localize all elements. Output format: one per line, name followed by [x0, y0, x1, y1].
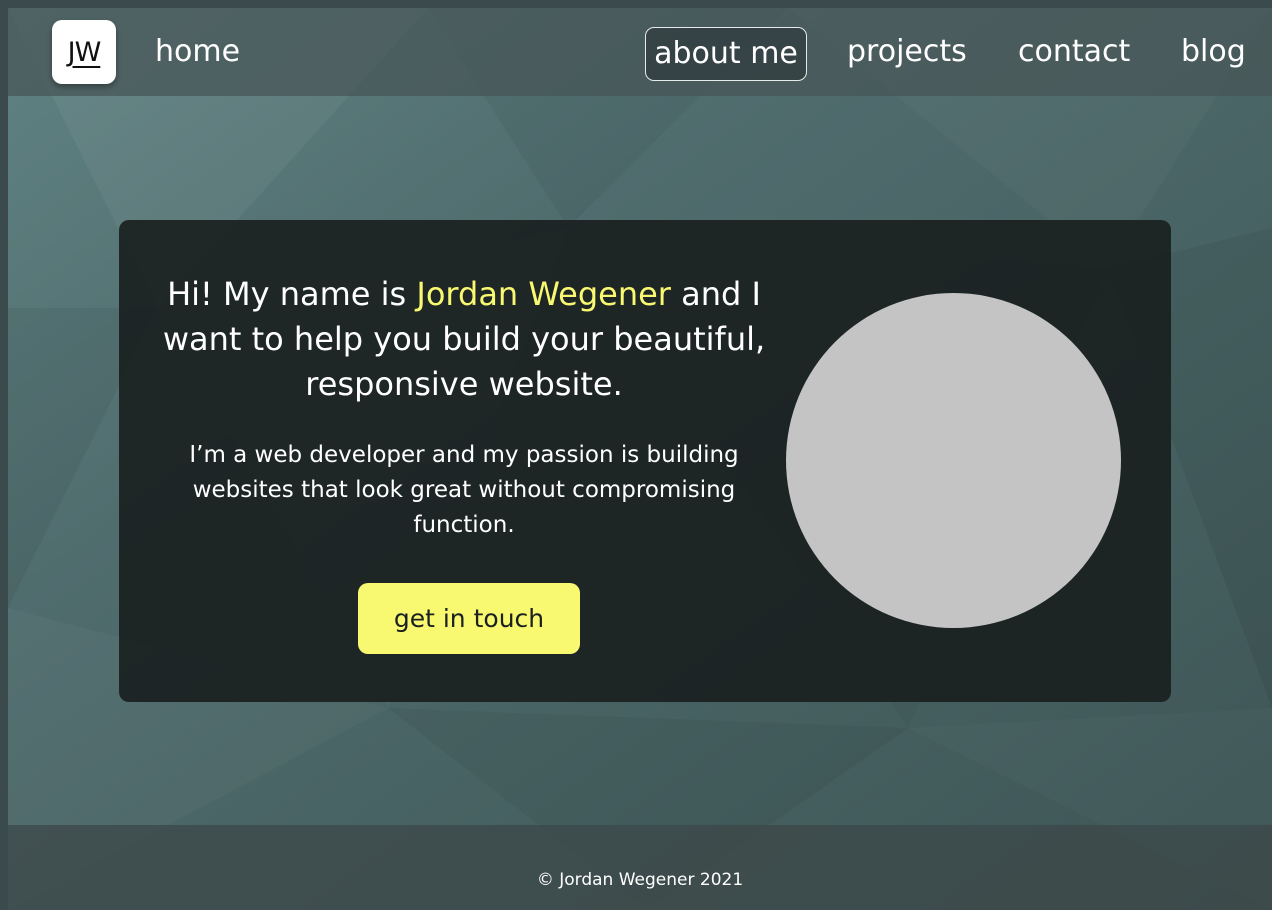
profile-photo-placeholder: [786, 293, 1121, 628]
nav-home-link[interactable]: home: [155, 32, 240, 72]
logo-text: JW: [67, 36, 102, 68]
get-in-touch-button[interactable]: get in touch: [358, 583, 580, 654]
nav-projects-link[interactable]: projects: [847, 32, 967, 72]
intro-card: Hi! My name is Jordan Wegener and I want…: [119, 220, 1171, 702]
nav-about-link[interactable]: about me: [645, 27, 807, 81]
hero-subtext: I’m a web developer and my passion is bu…: [189, 442, 739, 538]
headline-name: Jordan Wegener: [416, 275, 671, 313]
nav-contact-link[interactable]: contact: [1018, 32, 1130, 72]
copyright-text: © Jordan Wegener 2021: [536, 870, 744, 890]
footer: © Jordan Wegener 2021: [8, 825, 1272, 910]
nav-blog-link[interactable]: blog: [1181, 32, 1246, 72]
logo-button[interactable]: JW: [52, 20, 116, 84]
headline-prefix: Hi! My name is: [167, 275, 417, 313]
top-navigation: JW home about me projects contact blog: [8, 8, 1272, 96]
page-frame: JW home about me projects contact blog H…: [8, 8, 1272, 910]
hero-headline: Hi! My name is Jordan Wegener and I want…: [159, 272, 769, 407]
